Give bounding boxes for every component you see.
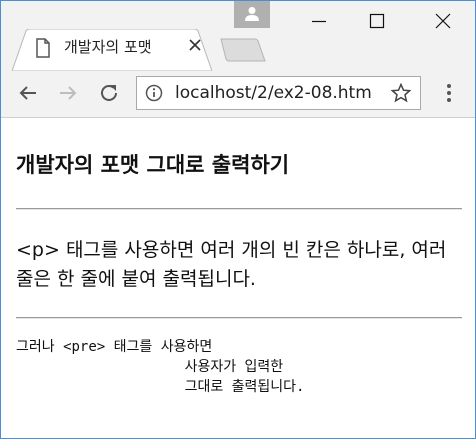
profile-button[interactable] [234, 1, 270, 28]
new-tab-button[interactable] [219, 38, 267, 62]
address-bar[interactable]: localhost/2/ex2-08.htm [136, 76, 421, 110]
person-icon [245, 7, 259, 21]
kebab-menu-icon[interactable] [437, 81, 461, 105]
page-heading: 개발자의 포맷 그대로 출력하기 [16, 153, 290, 177]
browser-tab[interactable]: 개발자의 포맷 [12, 29, 212, 71]
preformatted-text: 그러나 <pre> 태그를 사용하면 사용자가 입력한 그대로 출력됩니다. [16, 339, 305, 395]
url-text[interactable]: localhost/2/ex2-08.htm [175, 77, 383, 109]
info-icon[interactable] [145, 84, 163, 102]
close-window-button[interactable] [413, 1, 473, 41]
back-arrow-icon[interactable] [16, 81, 40, 105]
maximize-button[interactable] [347, 1, 407, 41]
browser-toolbar: localhost/2/ex2-08.htm [1, 71, 475, 118]
minimize-icon [312, 20, 326, 23]
close-icon[interactable] [188, 38, 202, 52]
browser-window: 개발자의 포맷 localhost/2/ex2-08.htm 개발자의 포맷 그… [0, 0, 476, 439]
document-icon [36, 38, 50, 58]
page-content: 개발자의 포맷 그대로 출력하기 <p> 태그를 사용하면 여러 개의 빈 칸은… [1, 118, 475, 438]
forward-arrow-icon[interactable] [56, 81, 80, 105]
tab-title: 개발자의 포맷 [64, 38, 152, 56]
close-icon [435, 13, 451, 29]
maximize-icon [369, 13, 385, 29]
title-bar: 개발자의 포맷 [1, 1, 475, 71]
horizontal-rule [16, 317, 462, 319]
minimize-button[interactable] [289, 1, 349, 41]
paragraph-text: <p> 태그를 사용하면 여러 개의 빈 칸은 하나로, 여러 줄은 한 줄에 … [16, 239, 447, 290]
star-icon[interactable] [391, 83, 411, 103]
horizontal-rule [16, 208, 462, 210]
reload-icon[interactable] [97, 81, 121, 105]
